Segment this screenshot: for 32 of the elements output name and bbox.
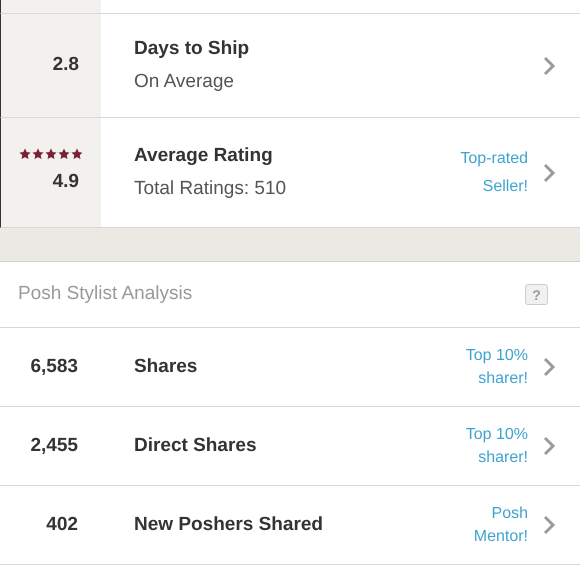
stat-row[interactable]: 2,455 Direct Shares Top 10% sharer!	[0, 407, 580, 486]
chevron-right-icon	[542, 514, 556, 536]
stat-title: Direct Shares	[133, 434, 258, 458]
chevron-right-icon	[542, 162, 556, 184]
stat-value: 402	[45, 512, 78, 537]
chevron-right-icon	[542, 435, 556, 457]
star-icon	[32, 148, 44, 160]
stat-title: New Poshers Shared	[133, 512, 324, 537]
star-icon	[58, 148, 70, 160]
stat-subtitle: On Average	[134, 70, 236, 94]
stat-value: 4.9	[52, 170, 79, 194]
chevron-right-icon	[542, 356, 556, 378]
achievement-label: Top 10% sharer!	[464, 425, 528, 468]
stat-row[interactable]: 4.9 Average Rating Total Ratings: 510 Top-rated Seller!	[0, 118, 580, 228]
stat-title: Days to Ship	[134, 37, 250, 61]
achievement-label: Posh Mentor!	[472, 504, 528, 547]
stat-title: Average Rating	[134, 144, 274, 168]
stat-title: Shares	[133, 354, 198, 379]
star-icon	[71, 148, 83, 160]
stat-subtitle: Total Ratings: 510	[134, 176, 288, 200]
stat-value: 2.8	[52, 53, 79, 78]
stat-value: 2,455	[29, 434, 78, 458]
stat-row[interactable]: 402 New Poshers Shared Posh Mentor!	[0, 486, 580, 565]
chevron-right-icon	[542, 54, 556, 76]
section-title: Posh Stylist Analysis	[18, 282, 194, 306]
stat-row[interactable]: 2.8 Days to Ship On Average	[0, 14, 580, 118]
stat-row[interactable]: 6,583 Shares Top 10% sharer!	[0, 328, 580, 407]
stat-value: 6,583	[29, 354, 78, 379]
achievement-label: Top 10% sharer!	[464, 346, 528, 389]
star-icon	[45, 148, 57, 160]
seller-label: Top-rated Seller!	[459, 148, 528, 196]
star-icon	[19, 148, 31, 160]
